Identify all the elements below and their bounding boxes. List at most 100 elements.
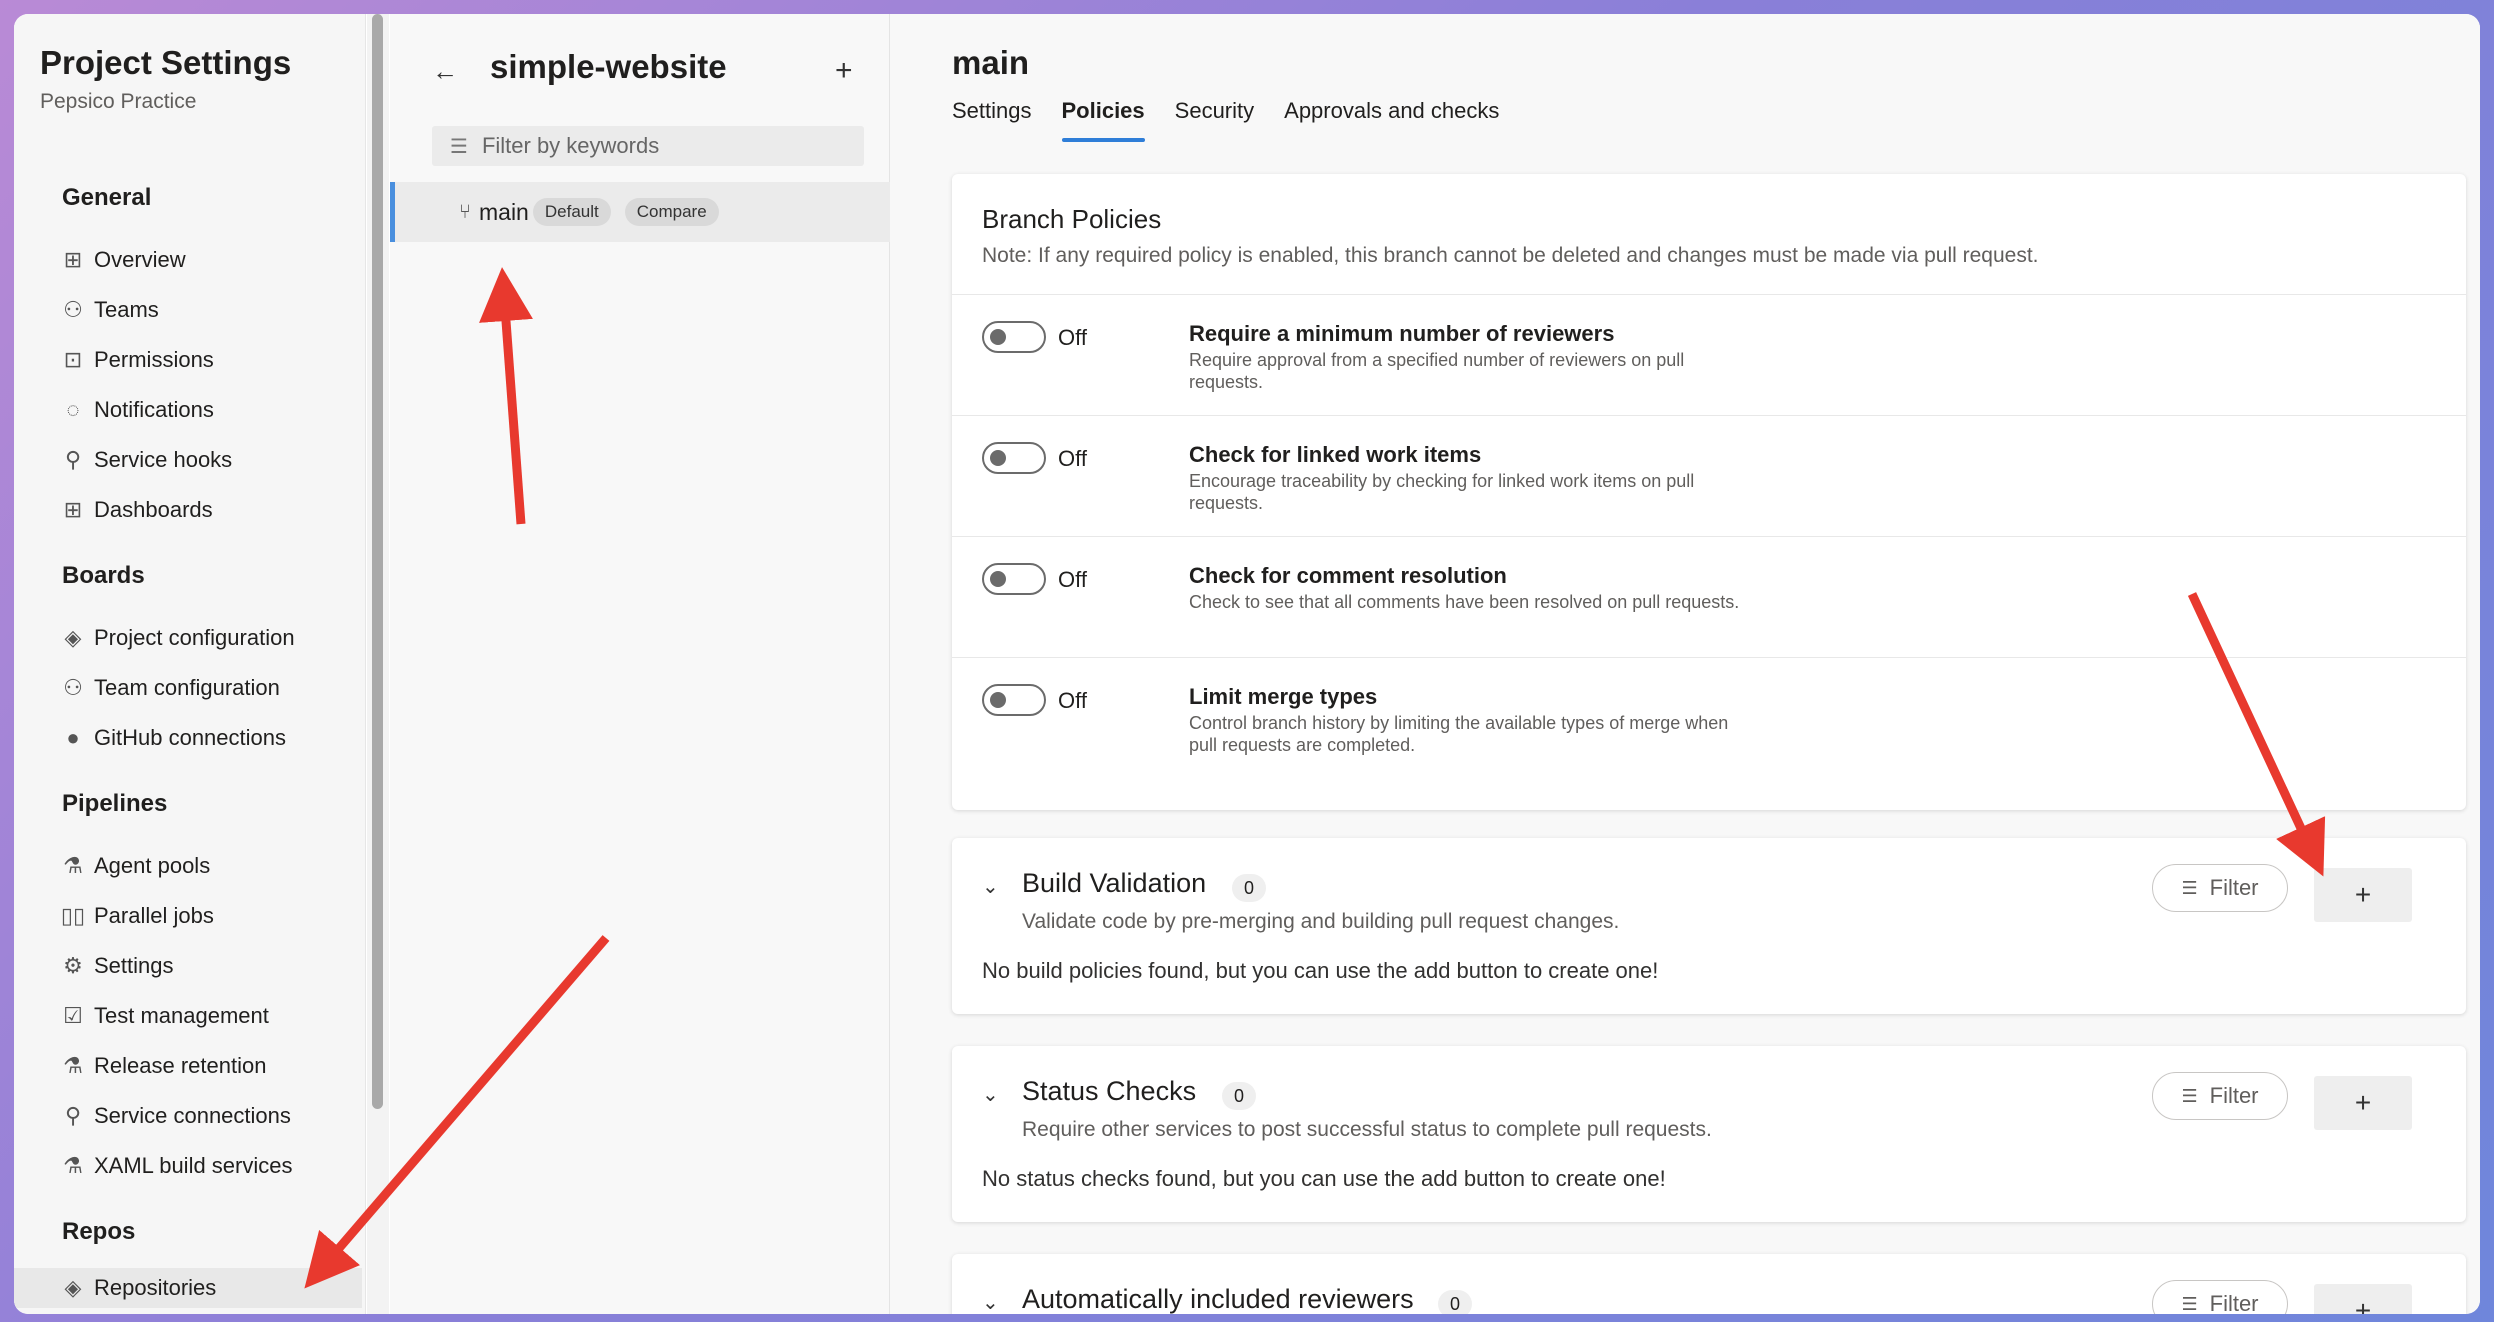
add-build-policy-button[interactable]: + xyxy=(2314,868,2412,922)
nav-item-label: Project configuration xyxy=(94,625,295,650)
filter-button[interactable]: ☰ Filter xyxy=(2152,1072,2288,1120)
nav-item-repositories[interactable]: ◈ Repositories xyxy=(14,1268,362,1308)
nav-item-service-connections[interactable]: ⚲ Service connections xyxy=(62,1096,362,1136)
repo-title: simple-website xyxy=(490,48,727,85)
nav-item-xaml-build-services[interactable]: ⚗ XAML build services xyxy=(62,1146,362,1186)
toggle-state: Off xyxy=(1058,446,1087,471)
policy-description: Encourage traceability by checking for l… xyxy=(1189,471,1695,513)
nav-item-settings[interactable]: ⚙ Settings xyxy=(62,946,362,986)
nav-item-test-management[interactable]: ☑ Test management xyxy=(62,996,362,1036)
chevron-down-icon[interactable]: ⌄ xyxy=(982,1082,999,1107)
settings-nav: Project Settings Pepsico Practice Genera… xyxy=(14,14,366,1314)
policy-toggle[interactable] xyxy=(982,321,1046,353)
chevron-down-icon[interactable]: ⌄ xyxy=(982,874,999,899)
nav-item-label: Agent pools xyxy=(94,853,211,878)
build-validation-empty-text: No build policies found, but you can use… xyxy=(982,958,1659,983)
nav-item-label: XAML build services xyxy=(94,1153,293,1178)
nav-item-permissions[interactable]: ⊡ Permissions xyxy=(62,340,362,380)
branch-policies-note: Note: If any required policy is enabled,… xyxy=(982,244,2039,267)
nav-item-service-hooks[interactable]: ⚲ Service hooks xyxy=(62,440,362,480)
nav-section-pipelines: Pipelines xyxy=(62,790,168,817)
nav-item-label: Overview xyxy=(94,247,186,272)
nav-item-label: Teams xyxy=(94,297,159,322)
nav-item-label: Parallel jobs xyxy=(94,903,214,928)
branch-policies-card: Branch Policies Note: If any required po… xyxy=(952,174,2466,810)
filter-label: Filter xyxy=(2209,875,2259,900)
nav-item-notifications[interactable]: ◌ Notifications xyxy=(62,390,362,430)
tab-security[interactable]: Security xyxy=(1175,98,1254,142)
back-arrow-icon[interactable]: ← xyxy=(432,56,462,86)
nav-item-github-connections[interactable]: ● GitHub connections xyxy=(62,718,362,758)
filter-icon: ☰ xyxy=(450,135,468,158)
tab-settings[interactable]: Settings xyxy=(952,98,1032,142)
policy-row: Off Require a minimum number of reviewer… xyxy=(952,294,2466,415)
tab-approvals-and-checks[interactable]: Approvals and checks xyxy=(1284,98,1499,142)
policy-title: Check for linked work items xyxy=(1189,442,1482,467)
service-connections-icon: ⚲ xyxy=(64,1103,82,1128)
filter-button[interactable]: ☰ Filter xyxy=(2152,864,2288,912)
nav-item-label: Team configuration xyxy=(94,675,280,700)
branch-icon: ⑂ xyxy=(459,200,471,223)
parallel-jobs-icon: ▯▯ xyxy=(60,903,86,928)
toggle-state: Off xyxy=(1058,325,1087,350)
branch-filter-input[interactable]: ☰ Filter by keywords xyxy=(432,126,864,166)
nav-subtitle: Pepsico Practice xyxy=(40,90,197,113)
nav-item-release-retention[interactable]: ⚗ Release retention xyxy=(62,1046,362,1086)
policy-toggle[interactable] xyxy=(982,563,1046,595)
add-reviewer-button[interactable]: + xyxy=(2314,1284,2412,1314)
policy-toggle[interactable] xyxy=(982,684,1046,716)
teams-icon: ⚇ xyxy=(63,297,83,322)
gear-icon: ⚙ xyxy=(63,953,83,978)
nav-item-dashboards[interactable]: ⊞ Dashboards xyxy=(62,490,362,530)
nav-section-boards: Boards xyxy=(62,562,145,589)
nav-item-label: Notifications xyxy=(94,397,214,422)
add-status-check-button[interactable]: + xyxy=(2314,1076,2412,1130)
branch-name: main xyxy=(479,198,529,225)
project-config-icon: ◈ xyxy=(64,625,82,650)
filter-placeholder: Filter by keywords xyxy=(481,133,660,158)
branch-pane: ← simple-website + ☰ Filter by keywords … xyxy=(390,14,890,1314)
chevron-down-icon[interactable]: ⌄ xyxy=(982,1290,999,1314)
tab-policies[interactable]: Policies xyxy=(1061,98,1145,142)
nav-item-parallel-jobs[interactable]: ▯▯ Parallel jobs xyxy=(60,896,362,936)
nav-section-general: General xyxy=(62,184,152,211)
policy-description: Control branch history by limiting the a… xyxy=(1189,713,1729,755)
add-branch-button[interactable]: + xyxy=(835,54,853,88)
page-title: main xyxy=(952,44,1030,81)
branch-policies-title: Branch Policies xyxy=(982,204,1162,234)
nav-item-label: Service connections xyxy=(94,1103,291,1128)
nav-item-teams[interactable]: ⚇ Teams xyxy=(62,290,362,330)
service-hooks-icon: ⚲ xyxy=(64,447,82,472)
nav-item-label: Permissions xyxy=(94,347,214,372)
nav-item-overview[interactable]: ⊞ Overview xyxy=(62,240,362,280)
count-badge: 0 xyxy=(1232,874,1266,902)
policy-title: Require a minimum number of reviewers xyxy=(1189,321,1615,346)
status-checks-title: Status Checks xyxy=(1022,1076,1197,1106)
nav-item-label: GitHub connections xyxy=(94,725,286,750)
policy-row: Off Check for comment resolution Check t… xyxy=(952,536,2466,657)
nav-item-label: Repositories xyxy=(94,1275,217,1300)
release-retention-icon: ⚗ xyxy=(63,1053,83,1078)
nav-item-label: Dashboards xyxy=(94,497,213,522)
lock-icon: ⊡ xyxy=(63,347,83,372)
policy-title: Limit merge types xyxy=(1189,684,1378,709)
policy-row: Off Limit merge types Control branch his… xyxy=(952,657,2466,778)
nav-scrollbar-thumb[interactable] xyxy=(372,14,383,1109)
nav-item-agent-pools[interactable]: ⚗ Agent pools xyxy=(62,846,362,886)
compare-badge[interactable]: Compare xyxy=(624,198,719,226)
nav-item-label: Release retention xyxy=(94,1053,267,1078)
team-config-icon: ⚇ xyxy=(63,675,83,700)
policy-toggle[interactable] xyxy=(982,442,1046,474)
nav-item-team-configuration[interactable]: ⚇ Team configuration xyxy=(62,668,362,708)
nav-scrollbar[interactable] xyxy=(367,14,389,1314)
status-checks-card: ⌄ Status Checks 0 Require other services… xyxy=(952,1046,2466,1222)
filter-button[interactable]: ☰ Filter xyxy=(2152,1280,2288,1314)
branch-row-main[interactable]: ⑂ main Default Compare xyxy=(390,182,890,242)
policy-description: Require approval from a specified number… xyxy=(1189,350,1685,392)
policy-title: Check for comment resolution xyxy=(1189,563,1507,588)
app-window: Project Settings Pepsico Practice Genera… xyxy=(14,14,2480,1314)
overview-icon: ⊞ xyxy=(63,247,83,272)
nav-item-project-configuration[interactable]: ◈ Project configuration xyxy=(62,618,362,658)
nav-section-repos: Repos xyxy=(62,1218,136,1245)
policy-description: Check to see that all comments have been… xyxy=(1189,592,1740,612)
